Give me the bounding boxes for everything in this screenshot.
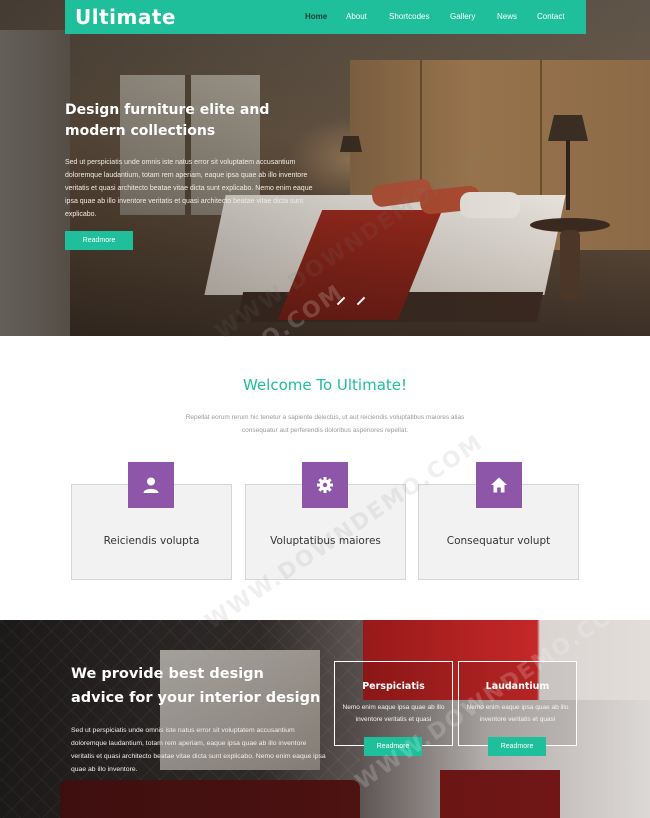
service-card-label: Reiciendis volupta [103, 535, 200, 547]
feature-text: Nemo enim eaque ipsa quae ab illo invent… [342, 704, 445, 723]
hero-readmore-button[interactable]: Readmore [65, 231, 133, 250]
advice-title: We provide best design advice for your i… [71, 666, 321, 706]
feature-box: Perspiciatis Nemo enim eaque ipsa quae a… [334, 661, 453, 746]
hero-text: Sed ut perspiciatis unde omnis iste natu… [65, 159, 313, 218]
nav-item-gallery[interactable]: Gallery [450, 12, 475, 21]
nav-item-shortcodes[interactable]: Shortcodes [389, 12, 429, 21]
site-logo[interactable]: Ultimate [75, 5, 176, 29]
feature-readmore-button[interactable]: Readmore [364, 737, 422, 756]
home-icon [476, 462, 522, 508]
nav-item-news[interactable]: News [497, 12, 517, 21]
feature-readmore-button[interactable]: Readmore [488, 737, 546, 756]
nav-item-home[interactable]: Home [305, 12, 327, 21]
hero-title: Design furniture elite and modern collec… [65, 102, 270, 139]
nav-item-contact[interactable]: Contact [537, 12, 565, 21]
feature-box: Laudantium Nemo enim eaque ipsa quae ab … [458, 661, 577, 746]
feature-text: Nemo enim eaque ipsa quae ab illo invent… [466, 704, 569, 723]
top-navbar: Ultimate Home About Shortcodes Gallery N… [65, 0, 586, 34]
service-card-label: Consequatur volupt [446, 535, 551, 547]
user-icon [128, 462, 174, 508]
nav-item-about[interactable]: About [346, 12, 367, 21]
service-card-label: Voluptatibus maiores [270, 535, 381, 547]
welcome-title: Welcome To Ultimate! [242, 376, 408, 394]
feature-title: Laudantium [485, 681, 550, 692]
feature-title: Perspiciatis [362, 681, 425, 692]
advice-text: Sed ut perspiciatis unde omnis iste natu… [71, 727, 326, 773]
gear-icon [302, 462, 348, 508]
welcome-text: Repellat eorum rerum hic tenetur a sapie… [185, 414, 465, 434]
